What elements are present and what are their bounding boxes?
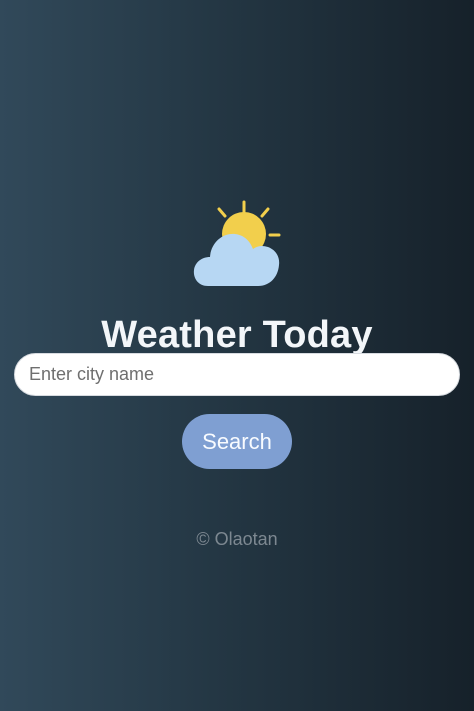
cloud-icon [193, 233, 280, 286]
copyright-footer: © Olaotan [196, 529, 278, 549]
city-search-input[interactable] [14, 353, 460, 396]
search-button[interactable]: Search [182, 414, 292, 469]
partly-cloudy-icon [193, 200, 281, 286]
weather-app: Weather Today Search © Olaotan [0, 0, 474, 711]
